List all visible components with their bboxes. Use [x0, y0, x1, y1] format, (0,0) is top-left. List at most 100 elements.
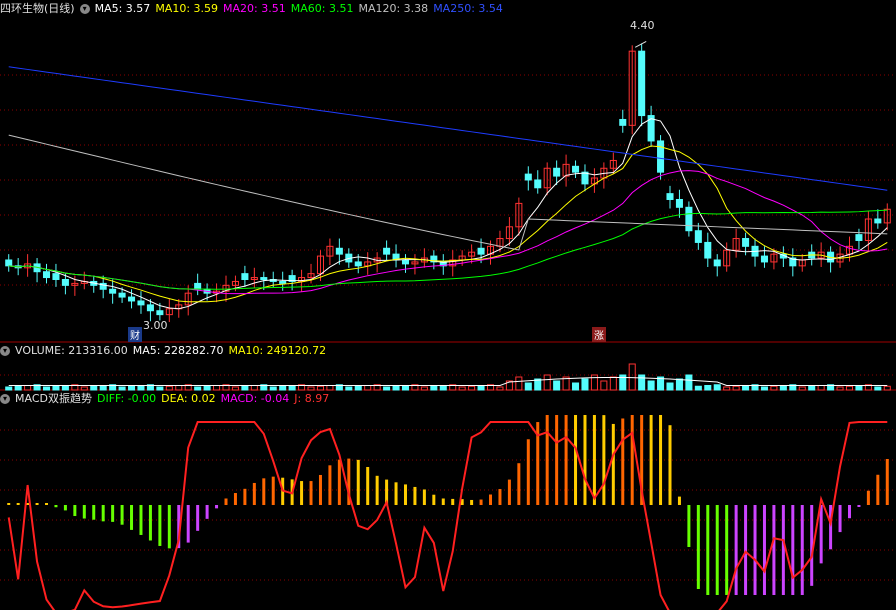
- macd-bar: [526, 439, 530, 505]
- volume-bar: [156, 386, 164, 391]
- candle-body: [742, 238, 750, 247]
- macd-bar: [819, 505, 823, 564]
- macd-bar: [866, 490, 870, 505]
- ma20-label: MA20: 3.51: [223, 2, 286, 15]
- volume-bar: [213, 385, 221, 391]
- volume-bar: [279, 385, 287, 391]
- volume-bar: [732, 385, 740, 391]
- macd-bar: [791, 505, 795, 595]
- high-price-label: 4.40: [630, 19, 655, 32]
- volume-bar: [770, 385, 778, 391]
- macd-bar: [16, 503, 20, 505]
- macd-bar: [262, 478, 266, 505]
- macd-bar: [375, 475, 379, 505]
- macd-bar: [479, 499, 483, 505]
- finance-tag[interactable]: 财: [128, 327, 142, 342]
- macd-bar: [451, 498, 455, 505]
- macd-title: MACD双振趋势: [15, 392, 92, 405]
- volume-bar: [760, 386, 768, 391]
- volume-bar: [383, 386, 391, 391]
- macd-bar: [498, 489, 502, 505]
- macd-bar: [545, 415, 549, 505]
- macd-bar: [148, 505, 152, 541]
- volume-bar: [609, 376, 617, 391]
- candle-body: [874, 218, 882, 224]
- candle-body: [279, 280, 287, 284]
- volume-bar: [704, 385, 712, 391]
- candle-body: [156, 310, 164, 316]
- macd-bar: [337, 459, 341, 505]
- macd-bar: [800, 505, 804, 595]
- volume-header: ▾ VOLUME: 213316.00 MA5: 228282.70 MA10: 24…: [0, 343, 331, 359]
- ma10-line: [8, 145, 888, 303]
- volume-bar: [128, 385, 136, 391]
- macd-bar: [205, 505, 209, 519]
- candle-body: [534, 179, 542, 189]
- macd-bar: [233, 493, 237, 505]
- candle-body: [675, 198, 683, 208]
- candle-body: [354, 261, 362, 267]
- volume-bar: [250, 385, 258, 391]
- stock-chart[interactable]: [0, 0, 896, 610]
- macd-bar: [781, 505, 785, 595]
- macd-bar: [186, 505, 190, 543]
- candle-body: [383, 247, 391, 255]
- volume-bar: [694, 385, 702, 391]
- volume-bar: [80, 386, 88, 391]
- macd-bar: [45, 503, 49, 505]
- limit-up-tag[interactable]: 涨: [592, 327, 606, 342]
- macd-bar: [611, 423, 615, 505]
- macd-panel[interactable]: [7, 415, 889, 610]
- ma250-line: [8, 66, 888, 191]
- macd-bar: [356, 459, 360, 505]
- macd-bar: [706, 505, 710, 595]
- volume-bar: [203, 385, 211, 391]
- candle-body: [713, 259, 721, 267]
- toggle-icon[interactable]: ▾: [0, 394, 10, 404]
- vol-ma5-label: MA5: 228282.70: [132, 344, 224, 357]
- main-kline-panel[interactable]: [5, 40, 891, 323]
- macd-bar: [630, 415, 634, 505]
- volume-bar: [685, 374, 693, 391]
- macd-bar: [668, 425, 672, 505]
- volume-bar: [42, 386, 51, 391]
- volume-bar: [354, 385, 362, 391]
- candle-body: [137, 300, 145, 306]
- ma120-line: [8, 134, 888, 251]
- ma120-label: MA120: 3.38: [358, 2, 429, 15]
- volume-bar: [600, 380, 608, 391]
- diff-label: DIFF: -0.00: [96, 392, 157, 405]
- ma5-line: [8, 118, 888, 310]
- macd-bar: [318, 474, 322, 505]
- toggle-icon[interactable]: ▾: [0, 346, 10, 356]
- volume-bar: [194, 386, 202, 391]
- stock-title[interactable]: 四环生物(日线): [0, 2, 75, 15]
- toggle-icon[interactable]: ▾: [79, 4, 90, 14]
- volume-panel[interactable]: [5, 363, 891, 391]
- volume-bar: [420, 386, 428, 391]
- volume-bar: [326, 385, 334, 391]
- ma5-label: MA5: 3.57: [94, 2, 151, 15]
- volume-bar: [52, 385, 60, 391]
- volume-bar: [137, 385, 145, 391]
- volume-bar: [241, 385, 249, 391]
- macd-bar: [120, 505, 124, 525]
- volume-bar: [666, 382, 674, 391]
- macd-bar: [422, 489, 426, 505]
- macd-bar: [649, 415, 653, 505]
- macd-bar: [101, 505, 105, 522]
- macd-bar: [158, 505, 162, 546]
- high-marker: [634, 40, 647, 48]
- macd-bar: [215, 505, 219, 509]
- macd-bar: [300, 481, 304, 505]
- macd-bar: [564, 415, 568, 505]
- volume-bar: [364, 385, 372, 391]
- volume-bar: [5, 386, 13, 391]
- macd-bar: [517, 463, 521, 505]
- ma20-line: [8, 170, 888, 295]
- volume-bar: [817, 385, 825, 391]
- volume-bar: [316, 385, 324, 391]
- macd-bar: [592, 415, 596, 505]
- volume-bar: [477, 385, 485, 391]
- ma60-label: MA60: 3.51: [290, 2, 354, 15]
